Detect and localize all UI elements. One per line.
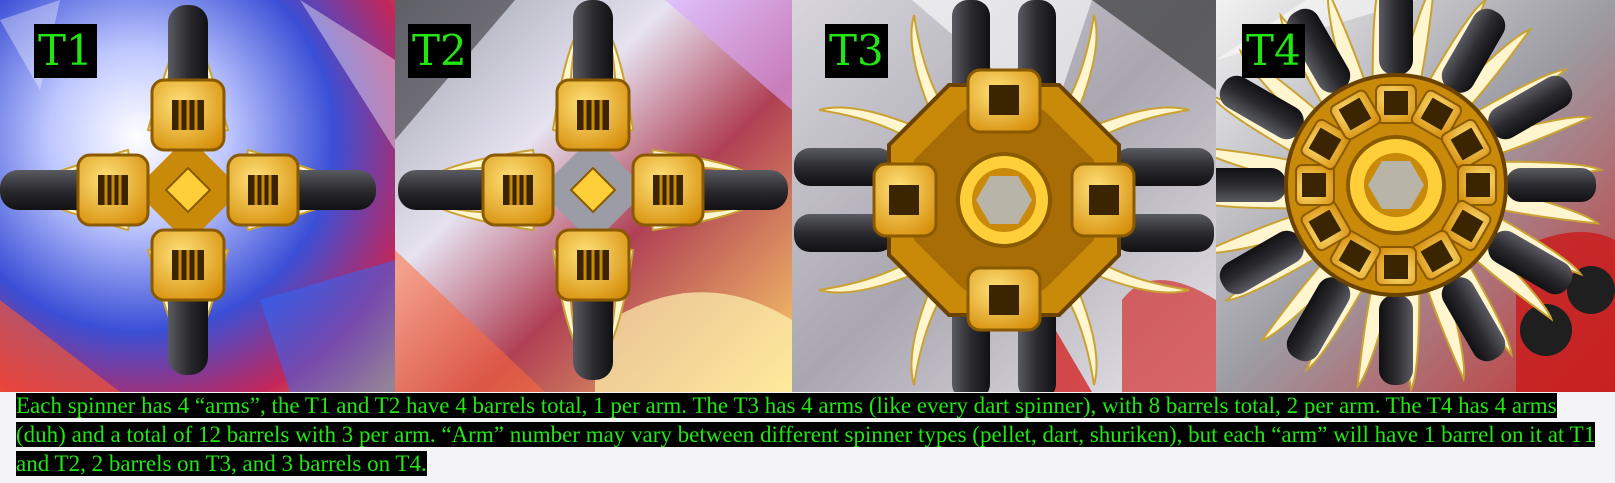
tier-label-t1: T1 [34, 24, 97, 78]
barrel [1379, 295, 1413, 385]
panel-t2: T2 [395, 0, 792, 392]
caption-highlight: Each spinner has 4 “arms”, the T1 and T2… [16, 393, 1596, 476]
barrel [1216, 168, 1286, 202]
panel-t1: T1 [0, 0, 395, 392]
caption-area: Each spinner has 4 “arms”, the T1 and T2… [0, 391, 1615, 483]
pod-vent [1384, 91, 1408, 115]
tier-label-t4: T4 [1242, 24, 1305, 78]
panel-t3: T3 [792, 0, 1216, 392]
caption-text: Each spinner has 4 “arms”, the T1 and T2… [16, 391, 1608, 478]
pod-vent [1466, 173, 1490, 197]
panel-t4: T4 [1216, 0, 1615, 392]
pod-vent [1384, 255, 1408, 279]
pod-vent [1302, 173, 1326, 197]
barrel [1379, 0, 1413, 75]
barrel [1506, 168, 1596, 202]
tier-comparison-panels: T1 T2 T3 T4 [0, 0, 1615, 392]
tier-label-t3: T3 [825, 24, 888, 78]
tier-label-t2: T2 [408, 24, 471, 78]
